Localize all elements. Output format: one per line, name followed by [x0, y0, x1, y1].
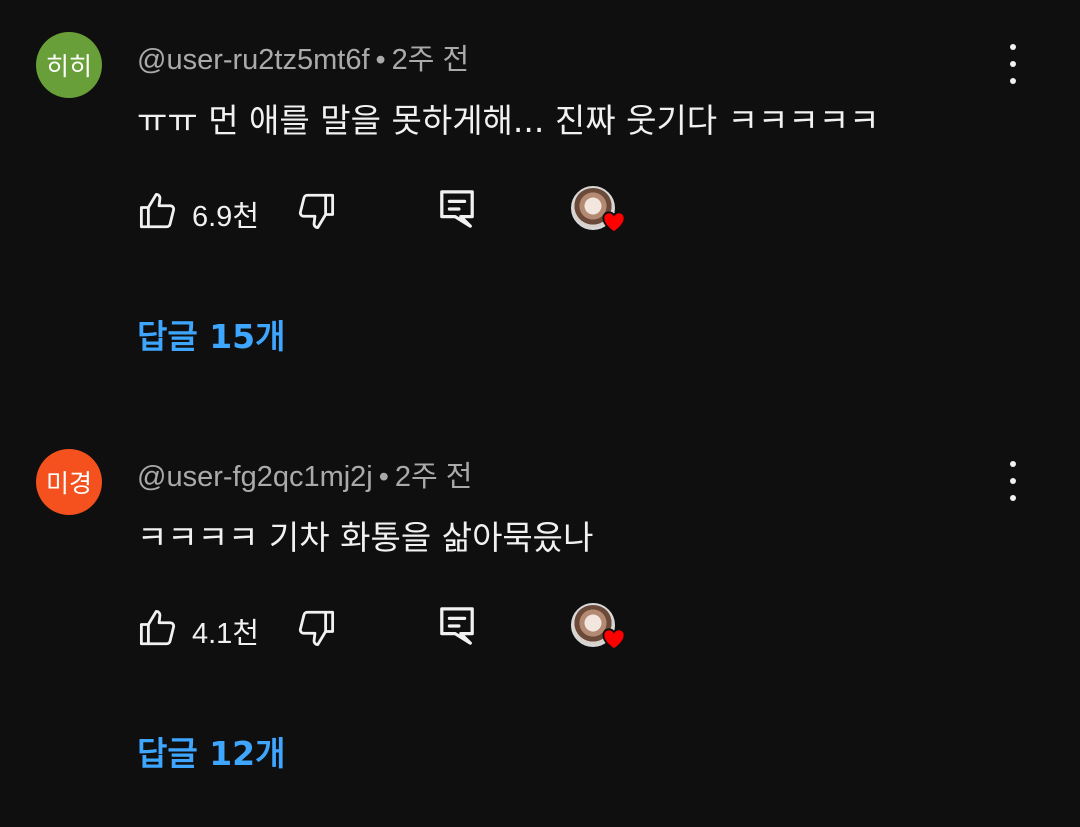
timestamp: 2주 전	[394, 461, 473, 493]
heart-icon	[602, 628, 626, 651]
creator-heart-icon	[571, 603, 631, 655]
comment-meta: @user-fg2qc1mj2j • 2주 전	[137, 453, 472, 495]
avatar[interactable]: 히히	[36, 32, 102, 98]
comment-actions: 4.1천	[137, 603, 677, 653]
comment-actions: 6.9천	[137, 186, 677, 236]
like-icon[interactable]	[137, 190, 179, 232]
more-vert-icon[interactable]	[996, 461, 1030, 501]
reply-icon[interactable]	[438, 605, 476, 647]
comment-item: 미경 @user-fg2qc1mj2j • 2주 전 ㅋㅋㅋㅋ 기차 화통을 삶아묵…	[0, 417, 1080, 827]
creator-heart-icon	[571, 186, 631, 238]
comment-text: ㅋㅋㅋㅋ 기차 화통을 삶아묵읐나	[137, 518, 594, 557]
comment-item: 히히 @user-ru2tz5mt6f • 2주 전 ㅠㅠ 먼 애를 말을 못하게해…	[0, 0, 1080, 410]
dislike-icon[interactable]	[295, 190, 337, 232]
separator: •	[378, 461, 389, 493]
comment-meta: @user-ru2tz5mt6f • 2주 전	[137, 36, 469, 78]
heart-icon	[602, 211, 626, 234]
dislike-icon[interactable]	[295, 607, 337, 649]
timestamp: 2주 전	[391, 44, 470, 76]
comment-text: ㅠㅠ 먼 애를 말을 못하게해... 진짜 웃기다 ㅋㅋㅋㅋㅋ	[137, 101, 880, 140]
replies-link[interactable]: 답글 15개	[137, 310, 286, 358]
replies-link[interactable]: 답글 12개	[137, 727, 286, 775]
reply-icon[interactable]	[438, 188, 476, 230]
more-vert-icon[interactable]	[996, 44, 1030, 84]
username[interactable]: @user-ru2tz5mt6f	[137, 44, 370, 76]
avatar[interactable]: 미경	[36, 449, 102, 515]
like-count: 6.9천	[192, 201, 259, 233]
username[interactable]: @user-fg2qc1mj2j	[137, 461, 373, 493]
like-count: 4.1천	[192, 618, 259, 650]
separator: •	[375, 44, 386, 76]
like-icon[interactable]	[137, 607, 179, 649]
